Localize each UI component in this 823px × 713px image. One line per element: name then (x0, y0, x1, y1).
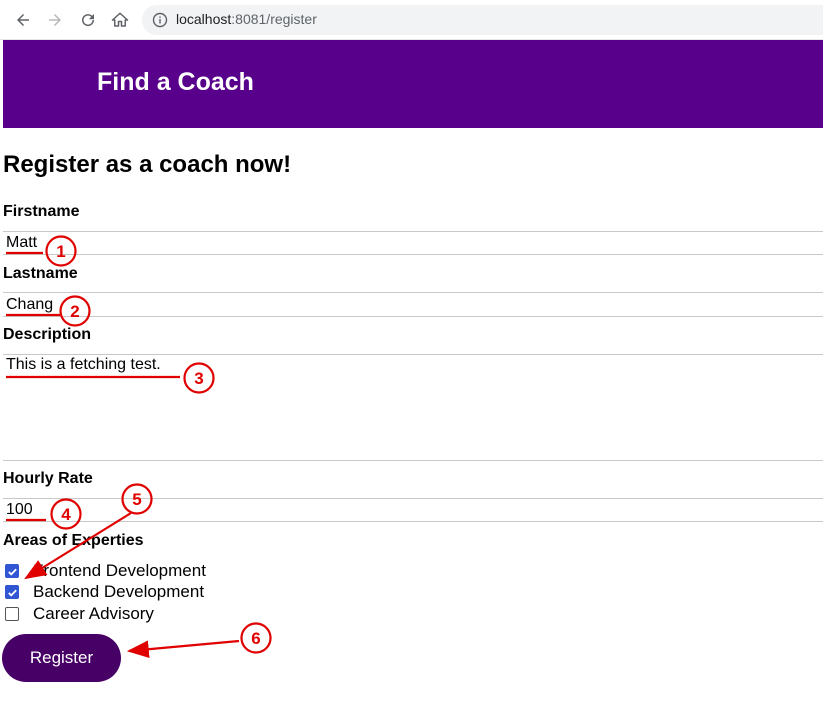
career-label: Career Advisory (33, 604, 154, 623)
career-checkbox[interactable] (5, 607, 19, 621)
check-icon (7, 589, 17, 597)
register-button[interactable]: Register (2, 634, 121, 682)
arrow-6 (126, 639, 240, 658)
home-icon[interactable] (108, 8, 132, 32)
hourly-rate-input[interactable] (3, 498, 823, 522)
url-text: localhost:8081/register (176, 11, 317, 27)
app-title[interactable]: Find a Coach (97, 68, 254, 97)
firstname-input[interactable] (3, 231, 823, 255)
address-bar[interactable]: localhost:8081/register (142, 5, 823, 35)
description-textarea[interactable]: This is a fetching test. (3, 354, 823, 461)
back-icon[interactable] (11, 8, 35, 32)
area-frontend-option[interactable]: Frontend Development (5, 561, 206, 581)
lastname-label: Lastname (3, 265, 78, 282)
hourly-rate-label: Hourly Rate (3, 470, 93, 487)
app-header: Find a Coach (3, 40, 823, 128)
reload-icon[interactable] (76, 8, 100, 32)
backend-checkbox[interactable] (5, 585, 19, 599)
lastname-input[interactable] (3, 292, 823, 317)
url-host: localhost (176, 11, 232, 27)
frontend-label: Frontend Development (33, 561, 206, 580)
browser-toolbar: localhost:8081/register (0, 0, 823, 40)
marker-circle-6 (240, 622, 272, 654)
backend-label: Backend Development (33, 582, 205, 601)
areas-label: Areas of Experties (3, 532, 144, 549)
forward-icon[interactable] (43, 8, 67, 32)
area-career-option[interactable]: Career Advisory (5, 604, 154, 624)
area-backend-option[interactable]: Backend Development (5, 582, 204, 602)
info-icon[interactable] (152, 12, 168, 28)
firstname-label: Firstname (3, 203, 80, 220)
frontend-checkbox[interactable] (5, 564, 19, 578)
check-icon (7, 568, 17, 576)
description-label: Description (3, 326, 92, 343)
marker-label-6: 6 (251, 629, 260, 648)
page-heading: Register as a coach now! (3, 151, 292, 178)
url-path: :8081/register (231, 11, 317, 27)
